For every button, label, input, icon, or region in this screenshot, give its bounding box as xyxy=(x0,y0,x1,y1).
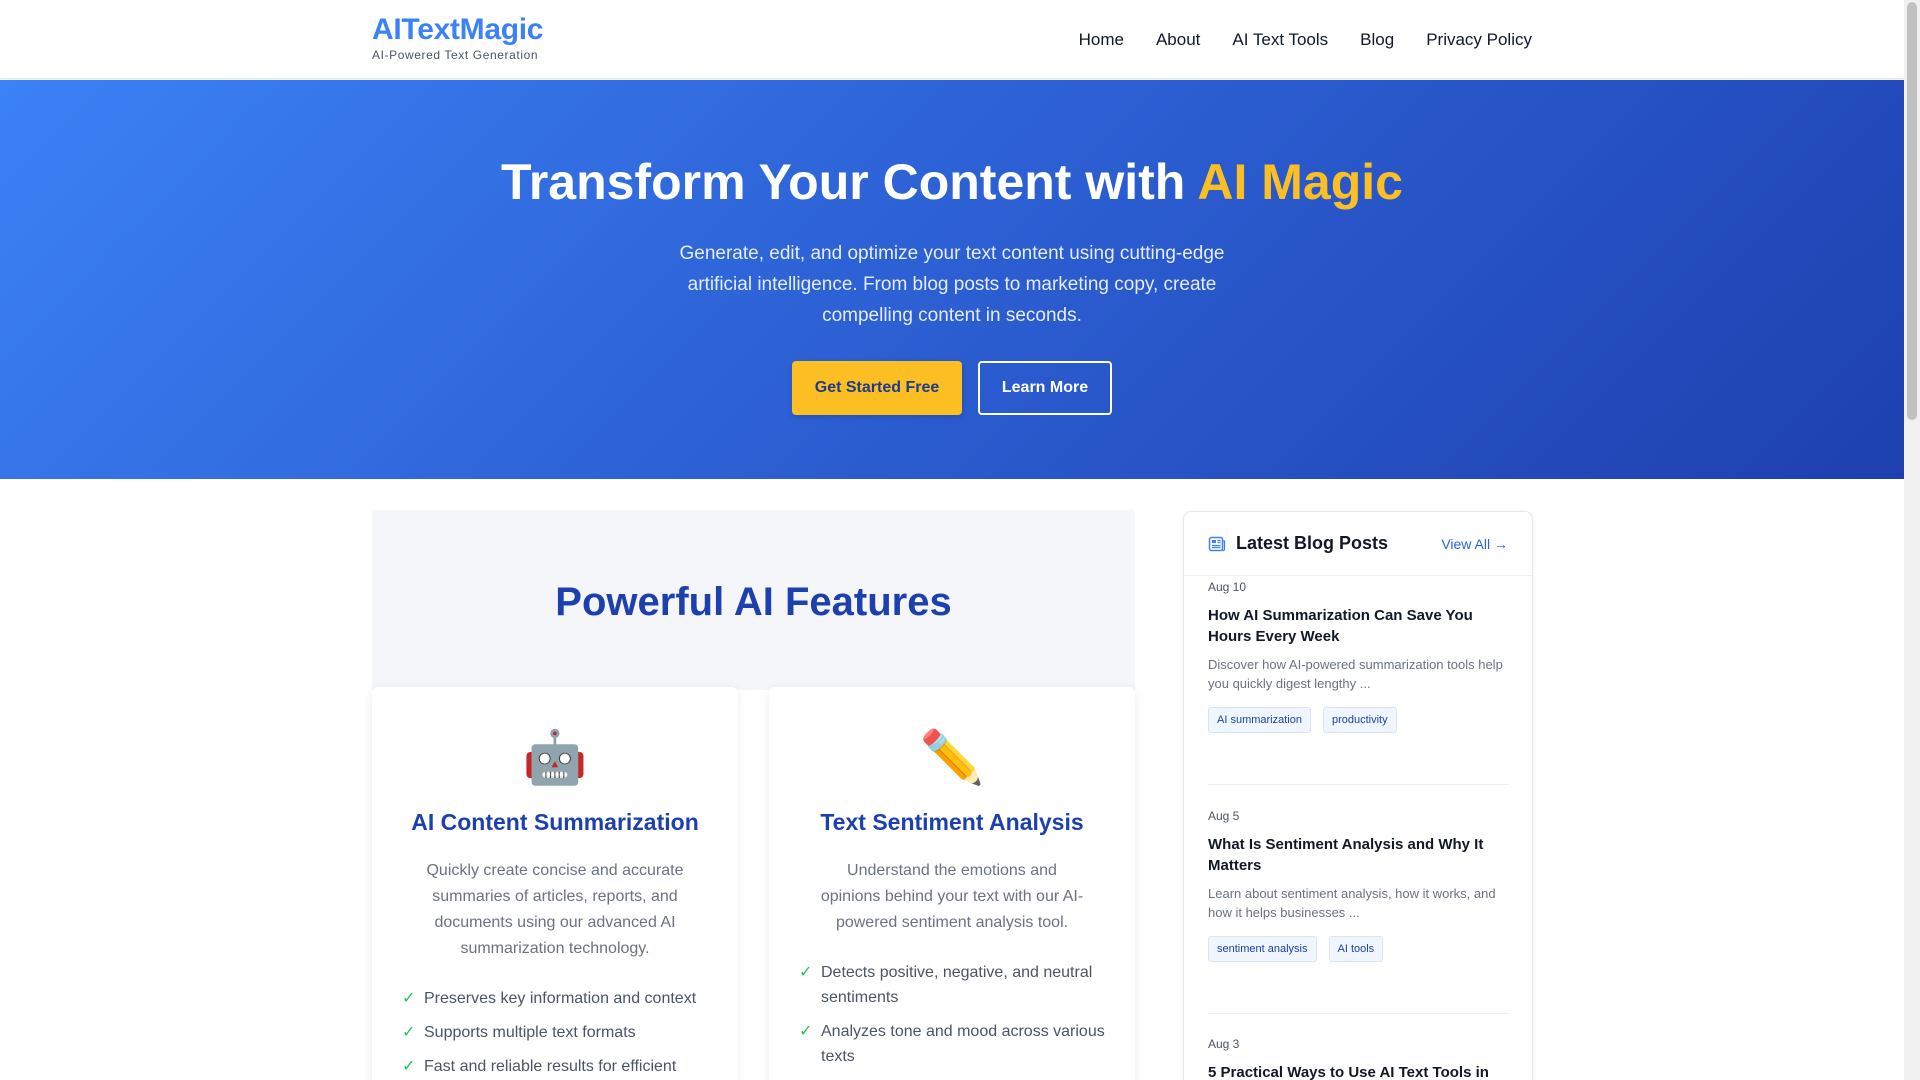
check-icon: ✓ xyxy=(402,990,416,1007)
feature-point: ✓ Preserves key information and context xyxy=(402,986,708,1011)
blog-post-item[interactable]: Aug 10 How AI Summarization Can Save You… xyxy=(1208,580,1509,733)
hero-title-main: Transform Your Content with xyxy=(501,154,1186,210)
newspaper-icon xyxy=(1208,536,1226,551)
scrollbar-thumb[interactable] xyxy=(1907,2,1917,420)
post-excerpt: Learn about sentiment analysis, how it w… xyxy=(1208,886,1496,920)
feature-point: ✓ Analyzes tone and mood across various t… xyxy=(799,1019,1105,1069)
site-header: AITextMagic AI-Powered Text Generation H… xyxy=(0,0,1904,79)
post-tag[interactable]: productivity xyxy=(1322,707,1397,733)
pencil-icon: ✏️ xyxy=(919,729,985,787)
get-started-button[interactable]: Get Started Free xyxy=(792,361,962,415)
features-section: Powerful AI Features xyxy=(372,510,1135,690)
check-icon: ✓ xyxy=(402,1024,416,1041)
page-scrollbar[interactable] xyxy=(1904,0,1920,1080)
feature-point-text: Fast and reliable results for efficient xyxy=(424,1058,677,1075)
blog-post-item[interactable]: Aug 5 What Is Sentiment Analysis and Why… xyxy=(1208,809,1509,962)
post-tags: AI summarization productivity xyxy=(1208,707,1509,733)
post-title[interactable]: 5 Practical Ways to Use AI Text Tools in xyxy=(1208,1062,1509,1080)
post-tags: sentiment analysis AI tools xyxy=(1208,936,1509,962)
check-icon: ✓ xyxy=(402,1058,416,1075)
feature-description: Quickly create concise and accurate summ… xyxy=(426,862,684,957)
feature-list: ✓ Preserves key information and context ✓… xyxy=(402,986,708,1079)
feature-point: ✓ Fast and reliable results for efficient xyxy=(402,1054,708,1079)
view-all-link[interactable]: View All → xyxy=(1441,536,1508,552)
brand-tagline: AI-Powered Text Generation xyxy=(372,48,539,62)
post-date: Aug 10 xyxy=(1208,580,1247,594)
brand-name: AITextMagic xyxy=(372,13,544,46)
post-divider xyxy=(1208,784,1509,785)
nav-blog[interactable]: Blog xyxy=(1360,30,1394,50)
learn-more-button[interactable]: Learn More xyxy=(978,361,1112,415)
feature-point-text: Detects positive, negative, and neutral … xyxy=(821,964,1093,1006)
hero-subtitle: Generate, edit, and optimize your text c… xyxy=(679,243,1225,326)
hero-title-accent: AI Magic xyxy=(1197,154,1403,210)
features-title: Powerful AI Features xyxy=(555,580,952,624)
blog-sidebar: Latest Blog Posts View All → Aug 10 How … xyxy=(1183,511,1533,1080)
check-icon: ✓ xyxy=(799,964,813,981)
main-nav: Home About AI Text Tools Blog Privacy Po… xyxy=(1079,0,1532,79)
check-icon: ✓ xyxy=(799,1023,813,1040)
sidebar-header: Latest Blog Posts View All → xyxy=(1184,512,1532,576)
post-tag[interactable]: sentiment analysis xyxy=(1208,936,1317,962)
robot-icon: 🤖 xyxy=(522,729,588,787)
feature-title: AI Content Summarization xyxy=(411,809,699,835)
nav-about[interactable]: About xyxy=(1156,30,1200,50)
feature-point-text: Analyzes tone and mood across various te… xyxy=(821,1023,1105,1065)
feature-list: ✓ Detects positive, negative, and neutral… xyxy=(799,960,1105,1069)
feature-card-sentiment: ✏️ Text Sentiment Analysis Understand th… xyxy=(769,687,1135,1080)
post-tag[interactable]: AI tools xyxy=(1328,936,1384,962)
hero-section: Transform Your Content with AI Magic Gen… xyxy=(0,80,1904,479)
feature-point-text: Supports multiple text formats xyxy=(424,1024,636,1041)
feature-description: Understand the emotions and opinions beh… xyxy=(820,862,1084,931)
nav-home[interactable]: Home xyxy=(1079,30,1124,50)
blog-post-item[interactable]: Aug 3 5 Practical Ways to Use AI Text To… xyxy=(1208,1037,1509,1080)
sidebar-title: Latest Blog Posts xyxy=(1236,533,1389,553)
brand-logo[interactable]: AITextMagic AI-Powered Text Generation xyxy=(372,12,543,62)
post-divider xyxy=(1208,1013,1509,1014)
post-date: Aug 3 xyxy=(1208,1037,1240,1051)
feature-point: ✓ Detects positive, negative, and neutral… xyxy=(799,960,1105,1010)
feature-card-summarization: 🤖 AI Content Summarization Quickly creat… xyxy=(372,687,738,1080)
nav-privacy-policy[interactable]: Privacy Policy xyxy=(1426,30,1532,50)
feature-point-text: Preserves key information and context xyxy=(424,990,697,1007)
post-excerpt: Discover how AI-powered summarization to… xyxy=(1208,657,1503,691)
post-date: Aug 5 xyxy=(1208,809,1240,823)
post-title[interactable]: What Is Sentiment Analysis and Why It Ma… xyxy=(1208,834,1509,876)
feature-point: ✓ Supports multiple text formats xyxy=(402,1020,708,1045)
post-title[interactable]: How AI Summarization Can Save You Hours … xyxy=(1208,605,1509,647)
hero-title: Transform Your Content with AI Magic xyxy=(0,152,1904,212)
post-tag[interactable]: AI summarization xyxy=(1208,707,1311,733)
nav-ai-text-tools[interactable]: AI Text Tools xyxy=(1232,30,1328,50)
feature-title: Text Sentiment Analysis xyxy=(820,809,1084,835)
hero-buttons: Get Started Free Learn More xyxy=(0,361,1904,415)
